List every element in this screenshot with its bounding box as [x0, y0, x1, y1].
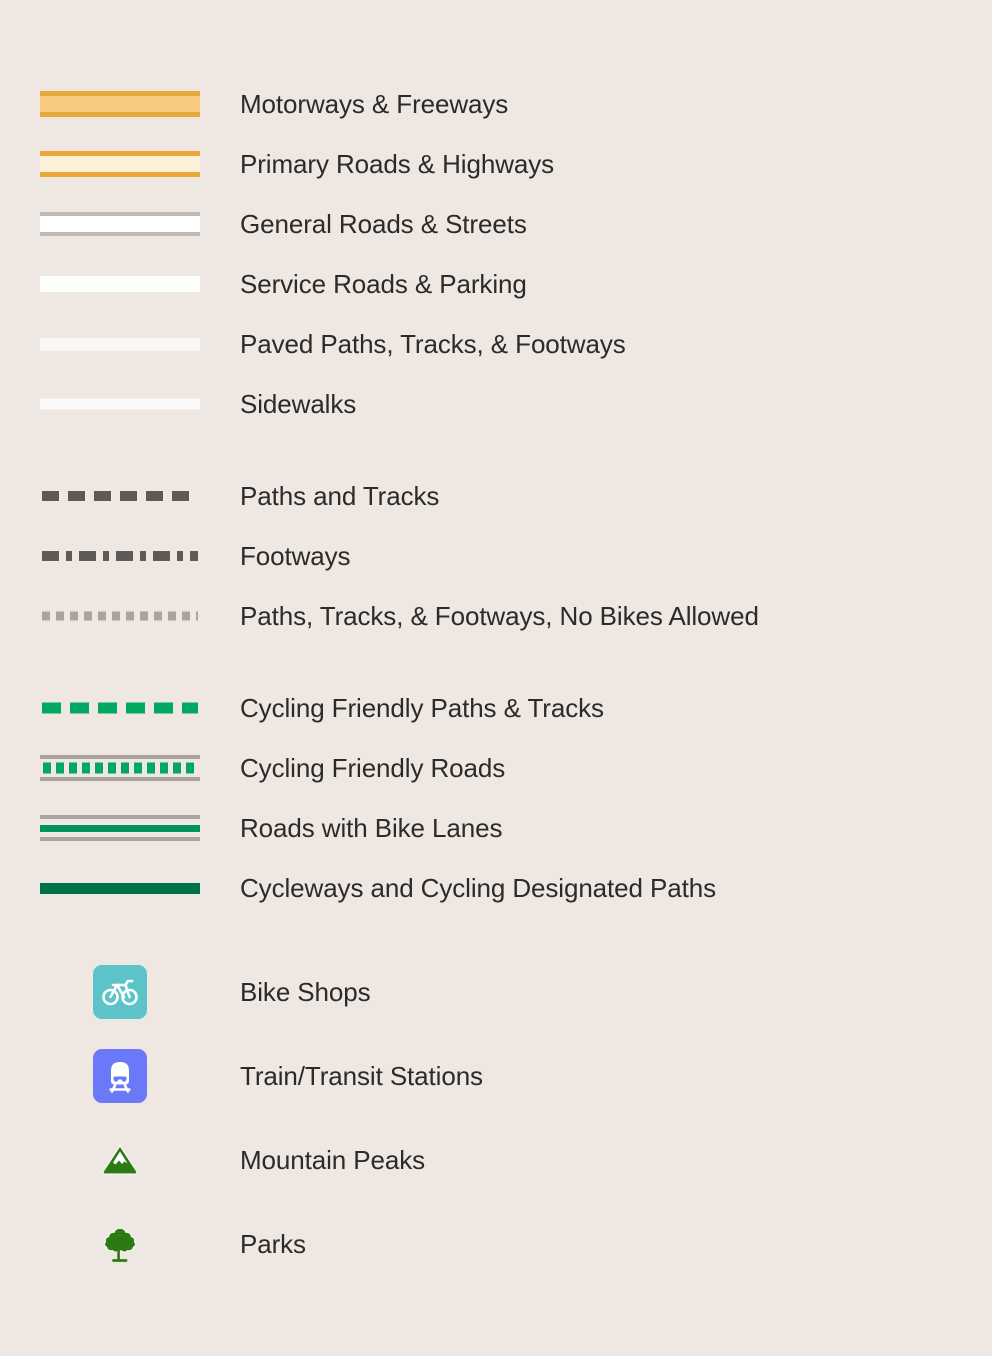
mountain-peak-icon — [101, 1143, 139, 1176]
legend-label-sidewalks: Sidewalks — [240, 389, 357, 419]
swatch-general-roads — [0, 194, 240, 254]
service-road-line-symbol — [40, 276, 200, 292]
legend-label-general-roads: General Roads & Streets — [240, 209, 527, 239]
swatch-paths-and-tracks — [0, 466, 240, 526]
legend-group-cycling-infrastructure: Cycling Friendly Paths & Tracks Cycling … — [0, 678, 992, 918]
legend-row-primary-roads: Primary Roads & Highways — [0, 134, 992, 194]
legend-row-cycleways: Cycleways and Cycling Designated Paths — [0, 858, 992, 918]
cycling-roads-casing-top — [40, 755, 200, 759]
legend-group-paths-and-tracks: Paths and Tracks Footways Paths, Tracks,… — [0, 466, 992, 646]
legend-row-parks: Parks — [0, 1202, 992, 1286]
legend-label-cycling-roads: Cycling Friendly Roads — [240, 753, 506, 783]
legend-row-general-roads: General Roads & Streets — [0, 194, 992, 254]
swatch-sidewalks — [0, 374, 240, 434]
bicycle-icon — [102, 979, 138, 1006]
cycling-roads-casing-bottom — [40, 777, 200, 781]
legend-row-paths-and-tracks: Paths and Tracks — [0, 466, 992, 526]
legend-row-service-roads: Service Roads & Parking — [0, 254, 992, 314]
swatch-primary-roads — [0, 134, 240, 194]
legend-label-bike-shops: Bike Shops — [240, 977, 371, 1007]
swatch-bike-shops — [0, 950, 240, 1034]
general-road-line-symbol — [40, 212, 200, 236]
swatch-no-bikes-allowed — [0, 586, 240, 646]
legend-label-transit-stations: Train/Transit Stations — [240, 1061, 483, 1091]
legend-row-cycling-roads: Cycling Friendly Roads — [0, 738, 992, 798]
motorway-line-symbol — [40, 91, 200, 117]
paths-tracks-dashed-line-symbol — [42, 491, 198, 501]
legend-row-paved-paths: Paved Paths, Tracks, & Footways — [0, 314, 992, 374]
swatch-paved-paths — [0, 314, 240, 374]
legend-label-cycleways: Cycleways and Cycling Designated Paths — [240, 873, 716, 903]
legend-label-no-bikes-allowed: Paths, Tracks, & Footways, No Bikes Allo… — [240, 601, 759, 631]
legend-label-primary-roads: Primary Roads & Highways — [240, 149, 555, 179]
legend-group-road-hierarchy: Motorways & Freeways Primary Roads & Hig… — [0, 74, 992, 434]
map-legend: Motorways & Freeways Primary Roads & Hig… — [0, 0, 992, 1356]
legend-row-motorways: Motorways & Freeways — [0, 74, 992, 134]
bike-shop-marker-tile — [93, 965, 147, 1019]
mountain-peak-marker — [93, 1133, 147, 1187]
swatch-motorways — [0, 74, 240, 134]
tree-icon — [103, 1227, 137, 1262]
swatch-service-roads — [0, 254, 240, 314]
legend-row-sidewalks: Sidewalks — [0, 374, 992, 434]
swatch-cycleways — [0, 858, 240, 918]
legend-label-parks: Parks — [240, 1229, 306, 1259]
swatch-transit-stations — [0, 1034, 240, 1118]
legend-label-cycling-paths: Cycling Friendly Paths & Tracks — [240, 693, 604, 723]
legend-row-footways: Footways — [0, 526, 992, 586]
swatch-parks — [0, 1202, 240, 1286]
sidewalk-dashed-line-symbol — [40, 398, 200, 410]
bike-lanes-line-symbol — [40, 812, 200, 844]
legend-label-motorways: Motorways & Freeways — [240, 89, 509, 119]
cycling-roads-dotted-center — [43, 762, 197, 774]
bike-lane-edge-bottom — [40, 837, 200, 841]
legend-label-bike-lanes: Roads with Bike Lanes — [240, 813, 503, 843]
legend-row-cycling-paths: Cycling Friendly Paths & Tracks — [0, 678, 992, 738]
swatch-footways — [0, 526, 240, 586]
cycling-paths-dashed-line-symbol — [42, 702, 198, 714]
legend-row-no-bikes-allowed: Paths, Tracks, & Footways, No Bikes Allo… — [0, 586, 992, 646]
legend-row-transit-stations: Train/Transit Stations — [0, 1034, 992, 1118]
legend-row-bike-lanes: Roads with Bike Lanes — [0, 798, 992, 858]
footways-dash-dot-line-symbol — [42, 551, 198, 561]
transit-station-marker-tile — [93, 1049, 147, 1103]
legend-row-bike-shops: Bike Shops — [0, 950, 992, 1034]
paved-path-line-symbol — [40, 337, 200, 351]
no-bikes-dotted-line-symbol — [42, 611, 198, 621]
train-icon — [109, 1062, 131, 1093]
legend-label-paths-and-tracks: Paths and Tracks — [240, 481, 440, 511]
legend-label-footways: Footways — [240, 541, 351, 571]
legend-group-points-of-interest: Bike Shops Train/Transit Stations Mounta… — [0, 950, 992, 1286]
legend-label-paved-paths: Paved Paths, Tracks, & Footways — [240, 329, 626, 359]
swatch-cycling-paths — [0, 678, 240, 738]
swatch-cycling-roads — [0, 738, 240, 798]
legend-label-service-roads: Service Roads & Parking — [240, 269, 527, 299]
swatch-mountain-peaks — [0, 1118, 240, 1202]
cycling-roads-line-symbol — [40, 753, 200, 783]
park-marker — [93, 1217, 147, 1271]
legend-row-mountain-peaks: Mountain Peaks — [0, 1118, 992, 1202]
primary-road-line-symbol — [40, 151, 200, 177]
bike-lane-edge-top — [40, 815, 200, 819]
swatch-bike-lanes — [0, 798, 240, 858]
cycleway-solid-line-symbol — [40, 882, 200, 894]
legend-label-mountain-peaks: Mountain Peaks — [240, 1145, 426, 1175]
bike-lane-center-stripe — [40, 825, 200, 832]
